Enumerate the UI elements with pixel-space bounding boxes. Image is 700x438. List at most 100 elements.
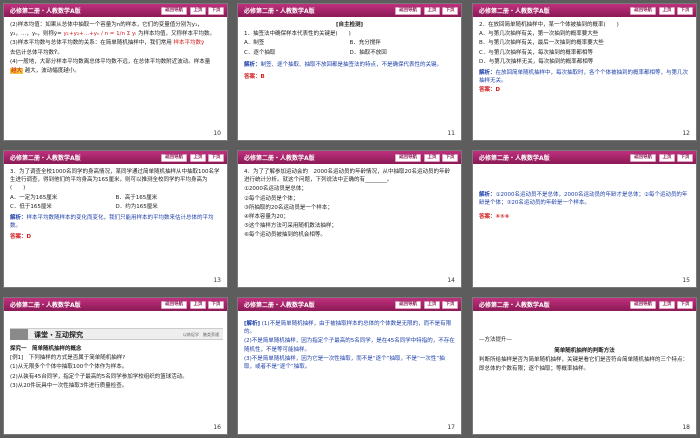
- options-row: A．一定为165厘米 B．高于165厘米: [10, 194, 221, 202]
- prev-page-button[interactable]: 上页: [424, 301, 440, 309]
- text-line: (3)样本平均数与总体平均数的关系：在简单随机抽样中，我们常用 样本平均数ȳ: [10, 40, 205, 47]
- prev-page-button[interactable]: 上页: [659, 7, 675, 15]
- statement: ⑤这个抽样方法可采用随机数法抽样；: [244, 223, 337, 230]
- tip-heading: 简单随机抽样的判断方法: [554, 348, 615, 355]
- option: D．抽取不放回: [349, 49, 387, 56]
- next-page-button[interactable]: 下页: [677, 154, 693, 162]
- back-to-nav-button[interactable]: 返回导航: [395, 154, 421, 162]
- page-number: 12: [682, 130, 690, 137]
- example-item: (3)从20件玩具中一次性抽取3件进行质量检查。: [10, 382, 128, 389]
- next-page-button[interactable]: 下页: [442, 154, 458, 162]
- back-to-nav-button[interactable]: 返回导航: [630, 301, 656, 309]
- example-item: (2)从装有45台同学，指定个子最高的5名同学参加学校组织的篮球活动。: [10, 373, 188, 380]
- page-number: 10: [213, 130, 221, 137]
- options-row: C．低于165厘米 D．约为165厘米: [10, 203, 221, 211]
- answer: 答案：D: [10, 234, 32, 241]
- prev-page-button[interactable]: 上页: [659, 301, 675, 309]
- statement: ③所抽取的20名运动员是一个样本；: [244, 204, 333, 211]
- back-to-nav-button[interactable]: 返回导航: [630, 154, 656, 162]
- section-title: 课堂・互动探究: [34, 331, 83, 339]
- topic-heading: 探究一 简单随机抽样的概念: [10, 346, 82, 352]
- slide-body: 探究一 简单随机抽样的概念 [例1] 下列抽样的方式是否属于简单随机抽样? (1…: [10, 345, 221, 420]
- slide-header-title: 必修第二册・人教数学A版: [10, 155, 81, 162]
- back-to-nav-button[interactable]: 返回导航: [630, 7, 656, 15]
- prev-page-button[interactable]: 上页: [190, 7, 206, 15]
- prev-page-button[interactable]: 上页: [424, 154, 440, 162]
- slide-grid: 必修第二册・人教数学A版 返回导航 上页 下页 (2)样本均值：如果从总体中抽取…: [0, 0, 700, 438]
- option: C．逐个抽取: [244, 49, 276, 56]
- prev-page-button[interactable]: 上页: [190, 301, 206, 309]
- next-page-button[interactable]: 下页: [442, 301, 458, 309]
- slide-12[interactable]: 必修第二册・人教数学A版 返回导航 上页 下页 2．在放回简单随机抽样中，某一个…: [472, 3, 697, 141]
- option: A．与第几次抽样有关，第一次抽到的概率要大些: [479, 31, 599, 38]
- option: B．高于165厘米: [115, 194, 158, 201]
- answer: 答案：D: [479, 87, 501, 94]
- slide-17[interactable]: 必修第二册・人教数学A版 返回导航 上页 下页 [解析] (1)不是简单随机抽样…: [237, 297, 462, 435]
- next-page-button[interactable]: 下页: [208, 301, 224, 309]
- example-item: (1)从无限多个个体中抽取100个个体作为样本。: [10, 364, 128, 371]
- slide-body: 4．为了了解参加运动会的 2000名运动员的年龄情况，从中抽取20名运动员的年龄…: [244, 168, 455, 273]
- slide-14[interactable]: 必修第二册・人教数学A版 返回导航 上页 下页 4．为了了解参加运动会的 200…: [237, 150, 462, 288]
- slide-header: 必修第二册・人教数学A版 返回导航 上页 下页: [473, 151, 696, 164]
- page-number: 18: [682, 424, 690, 431]
- solution-label: [解析]: [244, 321, 261, 327]
- question: 1．抽签法中确保样本代表性的关键是( ): [244, 31, 351, 38]
- slide-body: [解析] (1)不是简单随机抽样，由于被抽取样本的总体的个体数是无限的，而不是有…: [244, 320, 455, 420]
- slide-header: 必修第二册・人教数学A版 返回导航 上页 下页: [473, 4, 696, 17]
- question: 4．为了了解参加运动会的 2000名运动员的年龄情况，从中抽取20名运动员的年龄…: [244, 169, 450, 184]
- next-page-button[interactable]: 下页: [677, 7, 693, 15]
- question: 2．在放回简单随机抽样中，某一个体被抽到的概率( ): [479, 22, 619, 28]
- answer: 答案：④⑤⑥: [479, 214, 510, 221]
- answer: 答案：B: [244, 74, 265, 81]
- statement: ④样本容量为20；: [244, 214, 289, 221]
- slide-header-title: 必修第二册・人教数学A版: [10, 8, 81, 15]
- slide-header-title: 必修第二册・人教数学A版: [479, 8, 550, 15]
- back-to-nav-button[interactable]: 返回导航: [161, 154, 187, 162]
- slide-header-title: 必修第二册・人教数学A版: [10, 302, 81, 309]
- prev-page-button[interactable]: 上页: [190, 154, 206, 162]
- option: D．约为165厘米: [115, 203, 158, 210]
- slide-header: 必修第二册・人教数学A版 返回导航 上页 下页: [4, 4, 227, 17]
- back-to-nav-button[interactable]: 返回导航: [161, 301, 187, 309]
- back-to-nav-button[interactable]: 返回导航: [161, 7, 187, 15]
- option: D．与第几次抽样无关，每次抽到的概率都相等: [479, 58, 594, 65]
- next-page-button[interactable]: 下页: [208, 154, 224, 162]
- text-line: (4)一般地，大部分样本平均数离总体平均数不远，在总体平均数附近波动。样本量: [10, 58, 211, 65]
- next-page-button[interactable]: 下页: [677, 301, 693, 309]
- page-number: 15: [682, 277, 690, 284]
- section-subtitle: 以练促学 触类旁通: [183, 332, 219, 337]
- text-line: 去估计总体平均数Ȳ。: [10, 49, 63, 56]
- slide-header-title: 必修第二册・人教数学A版: [479, 155, 550, 162]
- tip-text: 判断所给抽样是否为简单随机抽样，关键是看它们是否符合简单随机抽样的三个特点：即总…: [479, 357, 689, 372]
- formula: y₁+y₂+…+yₙ / n = 1/n Σ yᵢ: [63, 31, 137, 38]
- analysis: 解析：在放回简单随机抽样中，每次抽取时，各个个体被抽到的概率都相等，与第几次抽样…: [479, 70, 689, 85]
- text-line: 越大 越大，波动幅度越小。: [10, 68, 80, 75]
- slide-10[interactable]: 必修第二册・人教数学A版 返回导航 上页 下页 (2)样本均值：如果从总体中抽取…: [3, 3, 228, 141]
- slide-18[interactable]: 必修第二册・人教数学A版 返回导航 上页 下页 —方法提升— 简单随机抽样的判断…: [472, 297, 697, 435]
- section-marker-icon: [10, 329, 28, 340]
- page-number: 14: [447, 277, 455, 284]
- slide-15[interactable]: 必修第二册・人教数学A版 返回导航 上页 下页 解析：①2000名运动员不是总体…: [472, 150, 697, 288]
- back-to-nav-button[interactable]: 返回导航: [395, 7, 421, 15]
- option: A．制签: [244, 40, 265, 47]
- slide-11[interactable]: 必修第二册・人教数学A版 返回导航 上页 下页 [自主检测] 1．抽签法中确保样…: [237, 3, 462, 141]
- slide-body: [自主检测] 1．抽签法中确保样本代表性的关键是( ) A．制签 B．充分搅拌 C…: [244, 21, 455, 126]
- option: C．低于165厘米: [10, 203, 52, 210]
- prev-page-button[interactable]: 上页: [659, 154, 675, 162]
- slide-16[interactable]: 必修第二册・人教数学A版 返回导航 上页 下页 课堂・互动探究 以练促学 触类旁…: [3, 297, 228, 435]
- text-line: y₂，…，yₙ，则称ȳ= y₁+y₂+…+yₙ / n = 1/n Σ yᵢ 为…: [10, 31, 215, 38]
- text-line: (2)样本均值：如果从总体中抽取一个容量为n的样本，它们的变量值分别为y₁，: [10, 22, 203, 28]
- solution-line: [解析] (1)不是简单随机抽样，由于被抽取样本的总体的个体数是无限的，而不是有…: [244, 321, 452, 336]
- statement: ②每个运动员是个体；: [244, 195, 299, 202]
- back-to-nav-button[interactable]: 返回导航: [395, 301, 421, 309]
- next-page-button[interactable]: 下页: [442, 7, 458, 15]
- statement: ①2000名运动员是总体；: [244, 186, 307, 193]
- option: B．与第几次抽样有关，最后一次抽到的概率要大些: [479, 40, 604, 47]
- options-row: C．逐个抽取 D．抽取不放回: [244, 49, 455, 57]
- next-page-button[interactable]: 下页: [208, 7, 224, 15]
- slide-13[interactable]: 必修第二册・人教数学A版 返回导航 上页 下页 3．为了调查全校1000名同学的…: [3, 150, 228, 288]
- example-prompt: [例1] 下列抽样的方式是否属于简单随机抽样?: [10, 355, 126, 362]
- prev-page-button[interactable]: 上页: [424, 7, 440, 15]
- slide-header-title: 必修第二册・人教数学A版: [244, 302, 315, 309]
- slide-body: —方法提升— 简单随机抽样的判断方法 判断所给抽样是否为简单随机抽样，关键是看它…: [479, 336, 690, 420]
